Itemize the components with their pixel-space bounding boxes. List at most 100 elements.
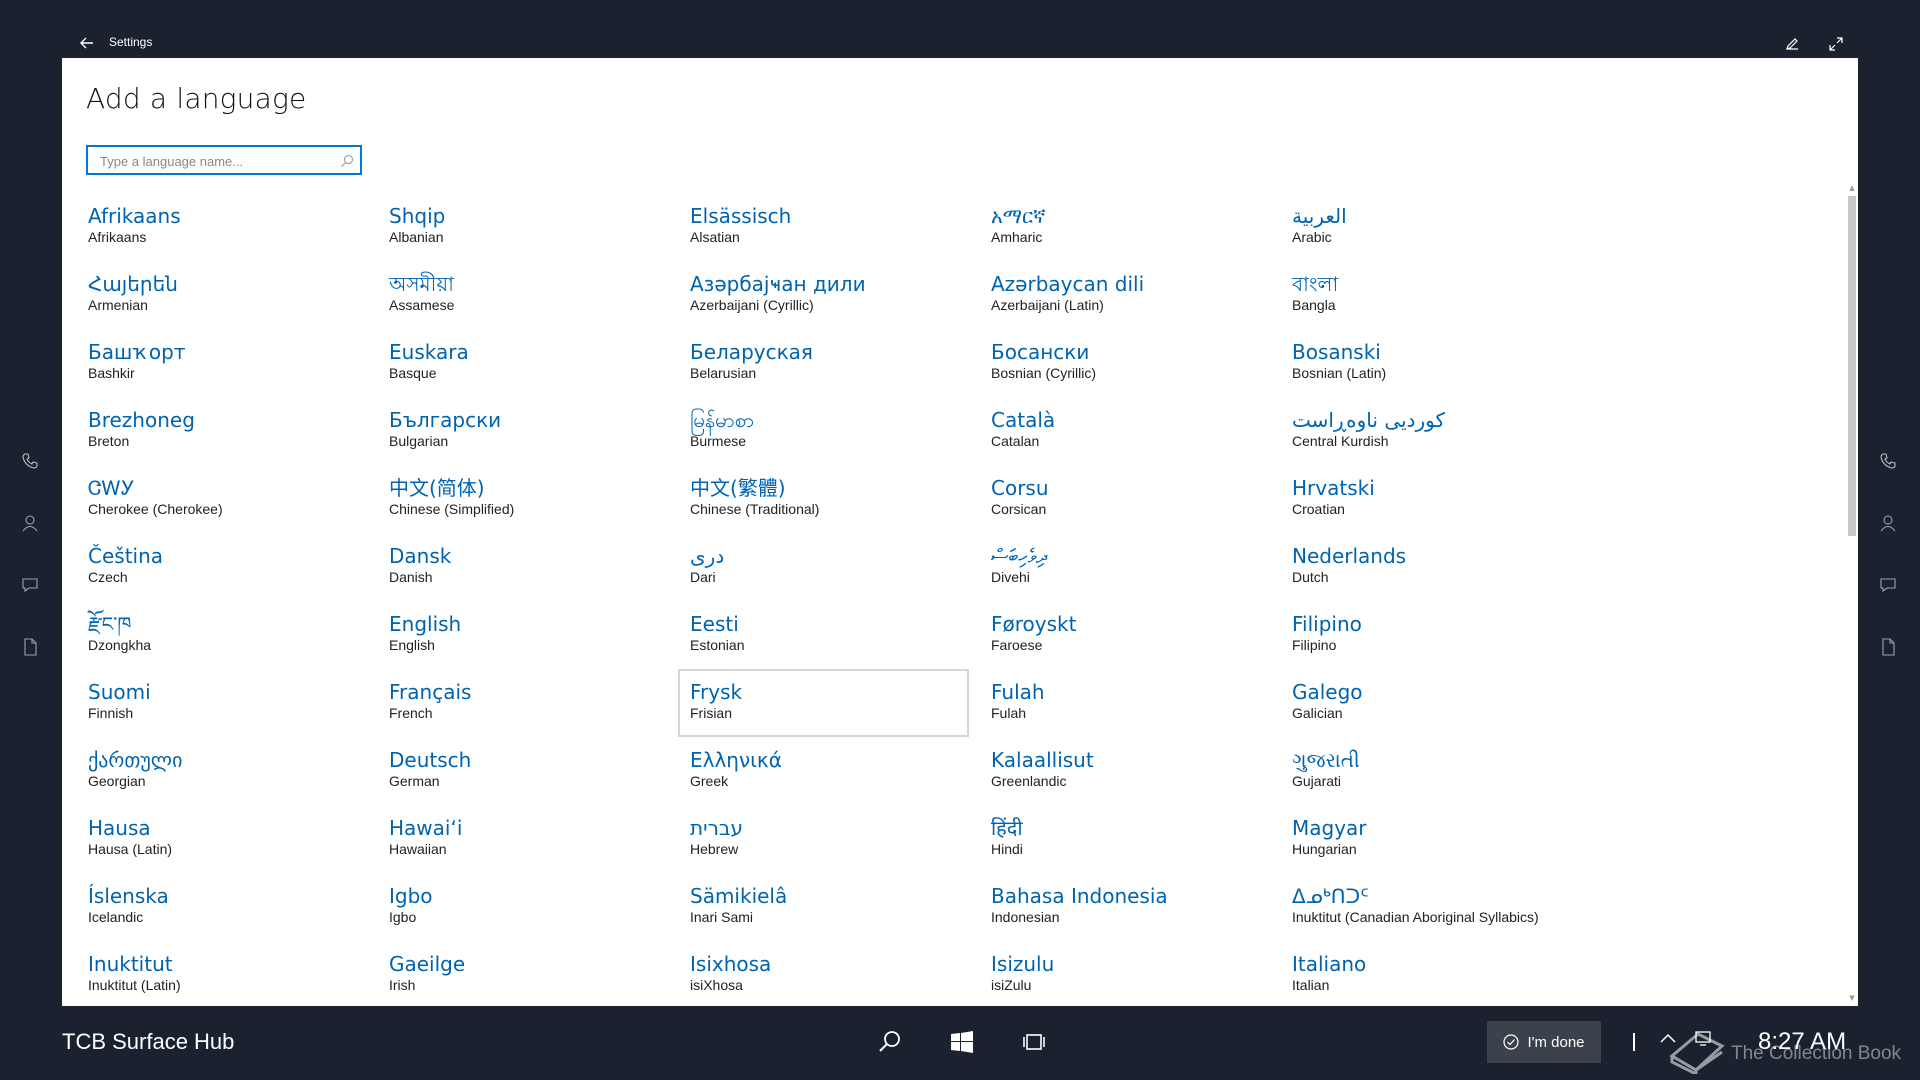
language-item[interactable]: Fulah Fulah [979, 669, 1280, 737]
language-item[interactable]: کوردیی ناوەڕاست Central Kurdish [1280, 397, 1581, 465]
language-item[interactable]: Shqip Albanian [377, 193, 678, 261]
language-search-input[interactable] [98, 147, 342, 175]
expand-icon [1829, 37, 1843, 51]
language-native-name: Босански [991, 340, 1090, 364]
language-item[interactable]: Galego Galician [1280, 669, 1581, 737]
language-item[interactable]: Igbo Igbo [377, 873, 678, 941]
language-item[interactable]: درى Dari [678, 533, 979, 601]
language-item[interactable]: Isizulu isiZulu [979, 941, 1280, 1006]
language-english-name: Chinese (Simplified) [389, 501, 515, 517]
document-button[interactable] [10, 616, 50, 678]
language-native-name: Français [389, 680, 472, 704]
language-item[interactable]: Bosanski Bosnian (Latin) [1280, 329, 1581, 397]
person-button-right[interactable] [1868, 492, 1908, 554]
search-icon[interactable] [340, 154, 354, 168]
language-item[interactable]: Magyar Hungarian [1280, 805, 1581, 873]
phone-button-right[interactable] [1868, 430, 1908, 492]
language-item[interactable]: Башҡорт Bashkir [76, 329, 377, 397]
scroll-thumb[interactable] [1848, 196, 1856, 536]
language-english-name: Catalan [991, 433, 1040, 449]
scroll-up-arrow[interactable]: ▲ [1848, 184, 1856, 192]
language-item[interactable]: Frysk Frisian [678, 669, 969, 737]
language-item[interactable]: ქართული Georgian [76, 737, 377, 805]
language-native-name: Ελληνικά [690, 748, 782, 772]
title-actions [1780, 32, 1848, 56]
language-item[interactable]: Corsu Corsican [979, 465, 1280, 533]
language-native-name: Igbo [389, 884, 433, 908]
language-item[interactable]: অসমীয়া Assamese [377, 261, 678, 329]
language-item[interactable]: မြန်မာစာ Burmese [678, 397, 979, 465]
expand-button[interactable] [1824, 32, 1848, 56]
scroll-down-arrow[interactable]: ▼ [1848, 994, 1856, 1002]
document-icon [1882, 638, 1895, 656]
language-item[interactable]: 中文(繁體) Chinese (Traditional) [678, 465, 979, 533]
language-item[interactable]: Հայերեն Armenian [76, 261, 377, 329]
language-item[interactable]: 中文(简体) Chinese (Simplified) [377, 465, 678, 533]
language-item[interactable]: Čeština Czech [76, 533, 377, 601]
language-item[interactable]: Elsässisch Alsatian [678, 193, 979, 261]
language-item[interactable]: Kalaallisut Greenlandic [979, 737, 1280, 805]
language-item[interactable]: English English [377, 601, 678, 669]
back-button[interactable] [76, 32, 98, 54]
language-item[interactable]: Inuktitut Inuktitut (Latin) [76, 941, 377, 1006]
language-item[interactable]: Gaeilge Irish [377, 941, 678, 1006]
taskbar-center [870, 1024, 1054, 1060]
language-item[interactable]: Български Bulgarian [377, 397, 678, 465]
language-item[interactable]: Français French [377, 669, 678, 737]
task-view-button[interactable] [1014, 1024, 1054, 1060]
language-item[interactable]: বাংলা Bangla [1280, 261, 1581, 329]
language-item[interactable]: Sämikielâ Inari Sami [678, 873, 979, 941]
language-item[interactable]: Euskara Basque [377, 329, 678, 397]
chat-button[interactable] [10, 554, 50, 616]
language-item[interactable]: ગુજરાતી Gujarati [1280, 737, 1581, 805]
language-search-box[interactable] [86, 145, 362, 175]
chat-button-right[interactable] [1868, 554, 1908, 616]
language-item[interactable]: ᏣᎳᎩ Cherokee (Cherokee) [76, 465, 377, 533]
pen-button[interactable] [1780, 32, 1804, 56]
document-button-right[interactable] [1868, 616, 1908, 678]
language-english-name: Inari Sami [690, 909, 754, 925]
language-item[interactable]: Isixhosa isiXhosa [678, 941, 979, 1006]
language-item[interactable]: Íslenska Icelandic [76, 873, 377, 941]
language-item[interactable]: Bahasa Indonesia Indonesian [979, 873, 1280, 941]
language-native-name: Isizulu [991, 952, 1055, 976]
language-item[interactable]: Hausa Hausa (Latin) [76, 805, 377, 873]
language-item[interactable]: རྫོང་ཁ Dzongkha [76, 601, 377, 669]
person-button[interactable] [10, 492, 50, 554]
language-item[interactable]: Suomi Finnish [76, 669, 377, 737]
language-item[interactable]: Nederlands Dutch [1280, 533, 1581, 601]
phone-button[interactable] [10, 430, 50, 492]
left-rail [10, 430, 50, 678]
language-item[interactable]: Brezhoneg Breton [76, 397, 377, 465]
im-done-button[interactable]: I'm done [1487, 1021, 1601, 1063]
language-item[interactable]: Азәрбајҹан дили Azerbaijani (Cyrillic) [678, 261, 979, 329]
back-arrow-icon [80, 37, 93, 49]
language-english-name: Georgian [88, 773, 146, 789]
language-native-name: ᏣᎳᎩ [88, 476, 135, 500]
language-item[interactable]: हिंदी Hindi [979, 805, 1280, 873]
language-item[interactable]: Hrvatski Croatian [1280, 465, 1581, 533]
language-item[interactable]: Azərbaycan dili Azerbaijani (Latin) [979, 261, 1280, 329]
start-button[interactable] [942, 1024, 982, 1060]
language-item[interactable]: Afrikaans Afrikaans [76, 193, 377, 261]
language-item[interactable]: ᐃᓄᒃᑎᑐᑦ Inuktitut (Canadian Aboriginal Syl… [1280, 873, 1581, 941]
language-item[interactable]: עברית Hebrew [678, 805, 979, 873]
language-item[interactable]: አማርኛ Amharic [979, 193, 1280, 261]
language-item[interactable]: Dansk Danish [377, 533, 678, 601]
language-item[interactable]: العربية Arabic [1280, 193, 1581, 261]
vertical-scrollbar[interactable]: ▲ ▼ [1846, 184, 1858, 1002]
language-item[interactable]: Deutsch German [377, 737, 678, 805]
language-item[interactable]: Ελληνικά Greek [678, 737, 979, 805]
search-button[interactable] [870, 1024, 910, 1060]
language-item[interactable]: Беларуская Belarusian [678, 329, 979, 397]
language-native-name: ગુજરાતી [1292, 748, 1360, 772]
language-item[interactable]: Italiano Italian [1280, 941, 1581, 1006]
language-item[interactable]: Filipino Filipino [1280, 601, 1581, 669]
language-item[interactable]: ދިވެހިބަސް Divehi [979, 533, 1280, 601]
language-item[interactable]: Босански Bosnian (Cyrillic) [979, 329, 1280, 397]
language-item[interactable]: Eesti Estonian [678, 601, 979, 669]
language-english-name: Inuktitut (Latin) [88, 977, 181, 993]
language-item[interactable]: Føroyskt Faroese [979, 601, 1280, 669]
language-item[interactable]: Català Catalan [979, 397, 1280, 465]
language-item[interactable]: Hawaiʻi Hawaiian [377, 805, 678, 873]
